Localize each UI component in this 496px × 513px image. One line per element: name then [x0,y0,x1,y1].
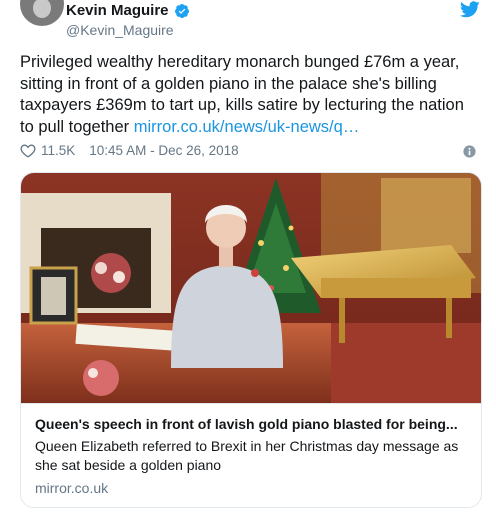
card-domain: mirror.co.uk [35,480,109,496]
heart-icon[interactable] [20,143,36,158]
link-card[interactable]: Queen's speech in front of lavish gold p… [20,172,482,508]
display-name[interactable]: Kevin Maguire [66,2,169,19]
author-row: Kevin Maguire [66,2,190,19]
like-count[interactable]: 11.5K [41,143,75,158]
tweet-meta: 11.5K 10:45 AM - Dec 26, 2018 [20,143,239,158]
card-title[interactable]: Queen's speech in front of lavish gold p… [35,416,475,432]
flower-arrangement [91,253,131,293]
tweet-link[interactable]: mirror.co.uk/news/uk-news/q… [134,118,360,136]
card-description: Queen Elizabeth referred to Brexit in he… [35,438,459,473]
handle[interactable]: @Kevin_Maguire [66,22,174,38]
tweet: Kevin Maguire @Kevin_Maguire Privileged … [0,0,496,513]
card-image [21,173,481,403]
avatar[interactable] [20,0,64,26]
card-body: Queen's speech in front of lavish gold p… [21,403,481,507]
verified-badge-icon [174,3,189,18]
timestamp[interactable]: 10:45 AM - Dec 26, 2018 [89,143,238,158]
info-icon[interactable] [463,145,476,158]
mirror-frame [381,178,471,253]
avatar-face [33,0,51,18]
tweet-text: Privileged wealthy hereditary monarch bu… [20,52,482,138]
twitter-bird-icon[interactable] [460,1,480,18]
